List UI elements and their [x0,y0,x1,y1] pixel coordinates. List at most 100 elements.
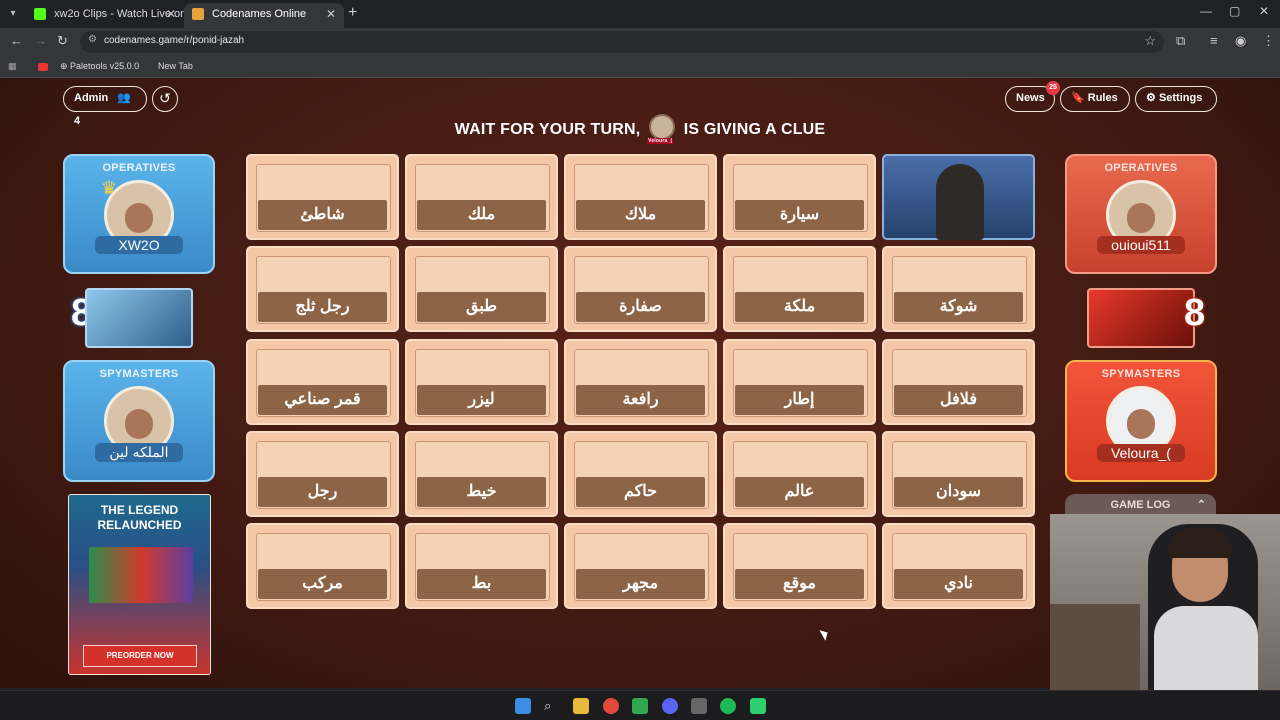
word-card[interactable]: ملاك [564,154,717,240]
card-word: سودان [894,477,1023,507]
rules-button[interactable]: 🔖 Rules [1060,86,1130,112]
reset-icon[interactable]: ↺ [152,86,178,112]
word-card[interactable]: رجل ثلج [246,246,399,332]
card-word: ملك [417,200,546,230]
red-agent-card-image [1087,288,1195,348]
apps-icon[interactable]: ▦ [8,61,17,72]
word-card[interactable]: قمر صناعي [246,339,399,425]
discord-icon[interactable] [662,698,678,714]
tab-search-icon[interactable]: ▾ [4,5,22,23]
card-word: مركب [258,569,387,599]
game-log-header[interactable]: GAME LOG ⌃ [1065,494,1216,516]
word-card[interactable]: سودان [882,431,1035,517]
card-word: خيط [417,477,546,507]
word-card[interactable]: عالم [723,431,876,517]
news-badge: 25 [1046,81,1060,95]
word-card[interactable]: ليزر [405,339,558,425]
minimize-icon[interactable]: — [1200,4,1212,18]
start-icon[interactable] [515,698,531,714]
card-word: نادي [894,569,1023,599]
webcam-body [1154,606,1258,690]
card-word: رجل ثلج [258,292,387,322]
chrome-icon[interactable] [603,698,619,714]
spotify-icon[interactable] [720,698,736,714]
app-icon[interactable] [691,698,707,714]
reload-icon[interactable]: ↻ [57,33,68,49]
search-icon[interactable]: ⌕ [544,698,560,714]
obs-icon[interactable] [750,698,766,714]
browser-tab-codenames[interactable]: Codenames Online ✕ [184,3,344,28]
word-card[interactable]: إطار [723,339,876,425]
word-card[interactable]: فلافل [882,339,1035,425]
card-word: شوكة [894,292,1023,322]
word-card[interactable]: بط [405,523,558,609]
word-card[interactable]: مركب [246,523,399,609]
new-tab-icon[interactable]: + [348,4,357,22]
word-card[interactable]: ملكة [723,246,876,332]
card-word: فلافل [894,385,1023,415]
bookmarks-bar: ▦ ⊕ Paletools v25.0.0 New Tab [0,56,1280,78]
bookmark-label: Paletools v25.0.0 [70,61,140,71]
promo-banner[interactable]: THE LEGEND RELAUNCHED PREORDER NOW [68,494,211,675]
browser-tab-bar: ▾ xw2o Clips - Watch Live on Kick ✕ Code… [0,0,1280,28]
bookmark-new-tab[interactable]: New Tab [158,61,193,71]
word-card[interactable]: ملك [405,154,558,240]
omnibox[interactable]: ⚙ codenames.game/r/ponid-jazah ☆ [80,31,1164,53]
profile-icon[interactable]: ◉ [1235,33,1246,49]
word-card[interactable]: خيط [405,431,558,517]
forward-icon[interactable]: → [34,33,47,48]
news-button[interactable]: News 25 [1005,81,1060,112]
word-card[interactable]: صفارة [564,246,717,332]
card-word: رجل [258,477,387,507]
blue-spymasters-card[interactable]: SPYMASTERS الملكه لين [63,360,215,482]
windows-taskbar: ⌕ [0,690,1280,720]
word-card[interactable]: موقع [723,523,876,609]
word-card[interactable]: رجل [246,431,399,517]
card-word: رافعة [576,385,705,415]
word-card[interactable]: نادي [882,523,1035,609]
card-word: سيارة [735,200,864,230]
word-card[interactable]: سيارة [723,154,876,240]
word-card[interactable]: رافعة [564,339,717,425]
close-window-icon[interactable]: ✕ [1259,4,1269,18]
url-text: codenames.game/r/ponid-jazah [104,35,245,46]
crown-icon: ♛ [101,178,118,198]
agent-figure [936,164,984,240]
file-explorer-icon[interactable] [573,698,589,714]
card-word: صفارة [576,292,705,322]
word-card[interactable]: شاطئ [246,154,399,240]
bookmark-paletools[interactable]: ⊕ Paletools v25.0.0 [60,61,139,72]
settings-button[interactable]: ⚙ Settings [1135,86,1217,112]
reading-list-icon[interactable]: ≡ [1210,33,1218,48]
webcam-hair [1168,528,1232,558]
mouse-cursor-icon [819,627,831,641]
spymaster-avatar: Veloura_( [647,114,676,144]
chevron-up-icon: ⌃ [1196,499,1206,511]
blue-operatives-card[interactable]: OPERATIVES ♛ XW2O [63,154,215,274]
xbox-icon[interactable] [632,698,648,714]
site-info-icon[interactable]: ⚙ [88,34,97,45]
word-card[interactable]: طبق [405,246,558,332]
back-icon[interactable]: ← [10,33,23,48]
admin-button[interactable]: Admin 👥4 [63,86,147,127]
preorder-button[interactable]: PREORDER NOW [83,645,197,667]
maximize-icon[interactable]: ▢ [1229,4,1240,18]
browser-tab-kick[interactable]: xw2o Clips - Watch Live on Kick ✕ [26,3,184,28]
menu-icon[interactable]: ⋮ [1262,33,1275,49]
close-tab-icon[interactable]: ✕ [326,3,336,25]
red-spymasters-card[interactable]: SPYMASTERS Veloura_( [1065,360,1217,482]
word-card[interactable] [882,154,1035,240]
close-tab-icon[interactable]: ✕ [166,3,176,25]
youtube-icon[interactable] [38,63,48,71]
word-card[interactable]: شوكة [882,246,1035,332]
blue-agent-card-image [85,288,193,348]
red-spymasters-title: SPYMASTERS [1101,368,1181,380]
red-operatives-card[interactable]: OPERATIVES ouioui511 [1065,154,1217,274]
word-card[interactable]: مجهر [564,523,717,609]
card-word: عالم [735,477,864,507]
players-icon: 👥 [117,92,131,104]
webcam-overlay [1050,514,1280,690]
bookmark-star-icon[interactable]: ☆ [1144,33,1156,49]
extensions-icon[interactable]: ⧉ [1176,33,1185,49]
word-card[interactable]: حاكم [564,431,717,517]
